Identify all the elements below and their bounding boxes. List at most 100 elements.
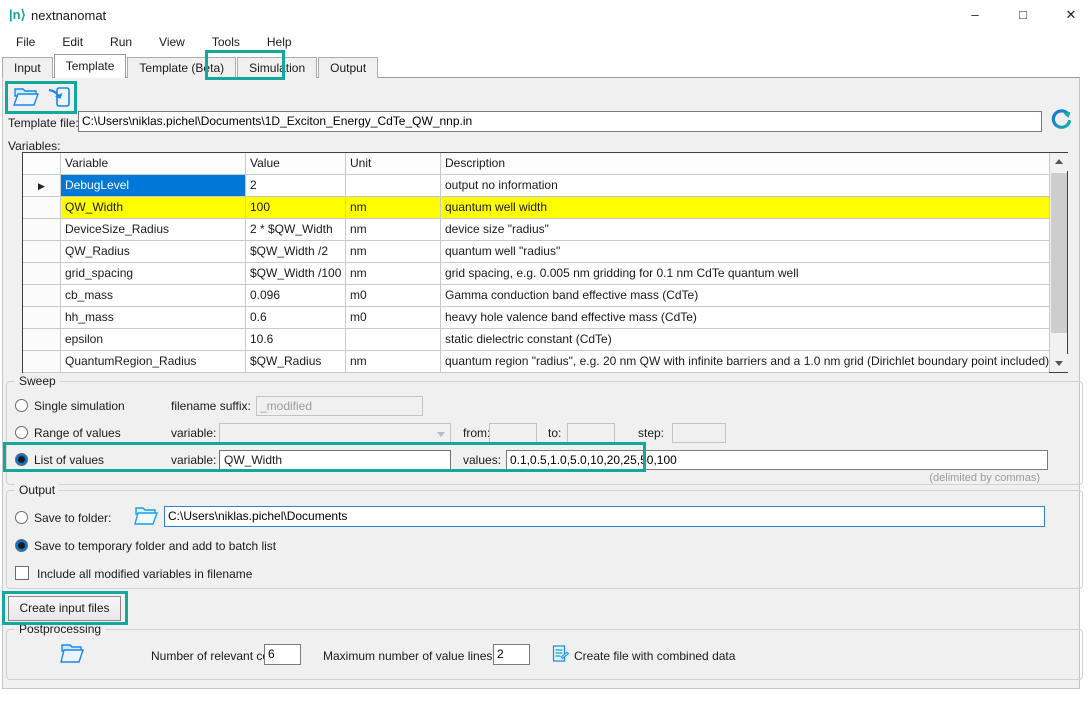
table-row: DeviceSize_Radius 2 * $QW_Width nm devic… <box>23 219 1067 241</box>
cell-unit[interactable]: nm <box>346 219 441 241</box>
cell-description[interactable]: Gamma conduction band effective mass (Cd… <box>441 285 1049 307</box>
cell-description[interactable]: output no information <box>441 175 1049 197</box>
single-simulation-radio[interactable] <box>15 399 28 412</box>
tab-template-beta[interactable]: Template (Beta) <box>127 57 236 78</box>
cell-value[interactable]: $QW_Width /2 <box>246 241 346 263</box>
table-row: epsilon 10.6 static dielectric constant … <box>23 329 1067 351</box>
cell-unit[interactable]: nm <box>346 241 441 263</box>
transfer-to-input-button[interactable] <box>45 85 71 109</box>
row-selector[interactable] <box>23 197 61 219</box>
output-folder-input[interactable]: C:\Users\niklas.pichel\Documents <box>164 506 1045 527</box>
menu-help[interactable]: Help <box>267 32 304 53</box>
row-selector[interactable]: ▶ <box>23 175 61 197</box>
row-selector[interactable] <box>23 329 61 351</box>
cell-description[interactable]: heavy hole valence band effective mass (… <box>441 307 1049 329</box>
scroll-down-icon[interactable] <box>1050 354 1068 372</box>
step-input[interactable] <box>672 423 726 443</box>
col-header-value[interactable]: Value <box>246 153 346 175</box>
cell-value[interactable]: $QW_Radius <box>246 351 346 373</box>
tab-template[interactable]: Template <box>54 54 127 78</box>
table-scrollbar[interactable] <box>1049 153 1067 372</box>
col-header-variable[interactable]: Variable <box>61 153 246 175</box>
menu-file[interactable]: File <box>16 32 47 53</box>
maximize-button[interactable]: □ <box>1006 3 1040 27</box>
values-input[interactable]: 0.1,0.5,1.0,5.0,10,20,25,50,100 <box>506 450 1048 470</box>
tab-output[interactable]: Output <box>318 57 378 78</box>
from-input[interactable] <box>489 423 537 443</box>
browse-folder-button[interactable] <box>133 505 159 527</box>
cell-description[interactable]: static dielectric constant (CdTe) <box>441 329 1049 351</box>
cell-value[interactable]: 2 <box>246 175 346 197</box>
cell-variable[interactable]: DeviceSize_Radius <box>61 219 246 241</box>
cell-variable[interactable]: epsilon <box>61 329 246 351</box>
cell-variable[interactable]: grid_spacing <box>61 263 246 285</box>
cell-variable[interactable]: cb_mass <box>61 285 246 307</box>
row-selector[interactable] <box>23 285 61 307</box>
cell-description[interactable]: quantum region "radius", e.g. 20 nm QW w… <box>441 351 1049 373</box>
app-icon: |n⟩ <box>9 7 26 23</box>
single-simulation-label: Single simulation <box>34 399 125 413</box>
menu-run[interactable]: Run <box>110 32 144 53</box>
value-lines-input[interactable]: 2 <box>493 644 530 665</box>
range-of-values-radio[interactable] <box>15 426 28 439</box>
row-selector[interactable] <box>23 241 61 263</box>
menu-edit[interactable]: Edit <box>62 32 95 53</box>
cell-description[interactable]: quantum well width <box>441 197 1049 219</box>
tab-input[interactable]: Input <box>2 57 53 78</box>
reload-template-button[interactable] <box>1049 108 1073 132</box>
cell-value[interactable]: 0.6 <box>246 307 346 329</box>
cell-variable[interactable]: hh_mass <box>61 307 246 329</box>
cell-description[interactable]: device size "radius" <box>441 219 1049 241</box>
cell-value[interactable]: 100 <box>246 197 346 219</box>
close-button[interactable]: ✕ <box>1054 3 1088 27</box>
open-template-button[interactable] <box>12 85 40 109</box>
cell-unit[interactable]: m0 <box>346 307 441 329</box>
tab-simulation[interactable]: Simulation <box>237 57 317 78</box>
template-file-input[interactable]: C:\Users\niklas.pichel\Documents\1D_Exci… <box>78 111 1042 132</box>
cell-variable[interactable]: QuantumRegion_Radius <box>61 351 246 373</box>
relevant-column-input[interactable]: 6 <box>264 644 301 665</box>
row-selector[interactable] <box>23 307 61 329</box>
filename-suffix-input[interactable]: _modified <box>256 396 423 416</box>
cell-description[interactable]: quantum well "radius" <box>441 241 1049 263</box>
menu-tools[interactable]: Tools <box>212 32 252 53</box>
menu-view[interactable]: View <box>159 32 197 53</box>
include-variables-checkbox[interactable] <box>15 566 29 580</box>
save-to-folder-radio[interactable] <box>15 511 28 524</box>
template-file-label: Template file: <box>8 116 79 130</box>
cell-unit[interactable]: nm <box>346 263 441 285</box>
col-header-unit[interactable]: Unit <box>346 153 441 175</box>
create-input-files-button[interactable]: Create input files <box>8 596 121 621</box>
cell-variable[interactable]: QW_Radius <box>61 241 246 263</box>
row-selector[interactable] <box>23 219 61 241</box>
postprocessing-folder-button[interactable] <box>59 641 85 665</box>
cell-value[interactable]: $QW_Width /100 <box>246 263 346 285</box>
postprocessing-group: Postprocessing Number of relevant column… <box>6 629 1083 680</box>
cell-value[interactable]: 10.6 <box>246 329 346 351</box>
range-variable-select[interactable] <box>219 423 451 444</box>
cell-unit[interactable] <box>346 175 441 197</box>
scroll-up-icon[interactable] <box>1050 153 1068 171</box>
row-selector[interactable] <box>23 263 61 285</box>
window-title: nextnanomat <box>31 8 106 23</box>
cell-variable[interactable]: QW_Width <box>61 197 246 219</box>
cell-unit[interactable]: nm <box>346 351 441 373</box>
cell-variable[interactable]: DebugLevel <box>61 175 246 197</box>
cell-unit[interactable]: nm <box>346 197 441 219</box>
cell-unit[interactable] <box>346 329 441 351</box>
cell-value[interactable]: 2 * $QW_Width <box>246 219 346 241</box>
list-of-values-radio[interactable] <box>15 453 28 466</box>
save-temp-radio[interactable] <box>15 539 28 552</box>
list-variable-select[interactable]: QW_Width <box>219 450 451 471</box>
minimize-button[interactable]: – <box>958 3 992 27</box>
row-selector[interactable] <box>23 351 61 373</box>
table-row: QuantumRegion_Radius $QW_Radius nm quant… <box>23 351 1067 373</box>
cell-description[interactable]: grid spacing, e.g. 0.005 nm gridding for… <box>441 263 1049 285</box>
cell-unit[interactable]: m0 <box>346 285 441 307</box>
combined-data-button[interactable] <box>552 645 569 662</box>
col-header-description[interactable]: Description <box>441 153 1049 175</box>
scrollbar-thumb[interactable] <box>1051 173 1067 333</box>
cell-value[interactable]: 0.096 <box>246 285 346 307</box>
combined-data-label[interactable]: Create file with combined data <box>574 649 735 663</box>
to-input[interactable] <box>567 423 615 443</box>
